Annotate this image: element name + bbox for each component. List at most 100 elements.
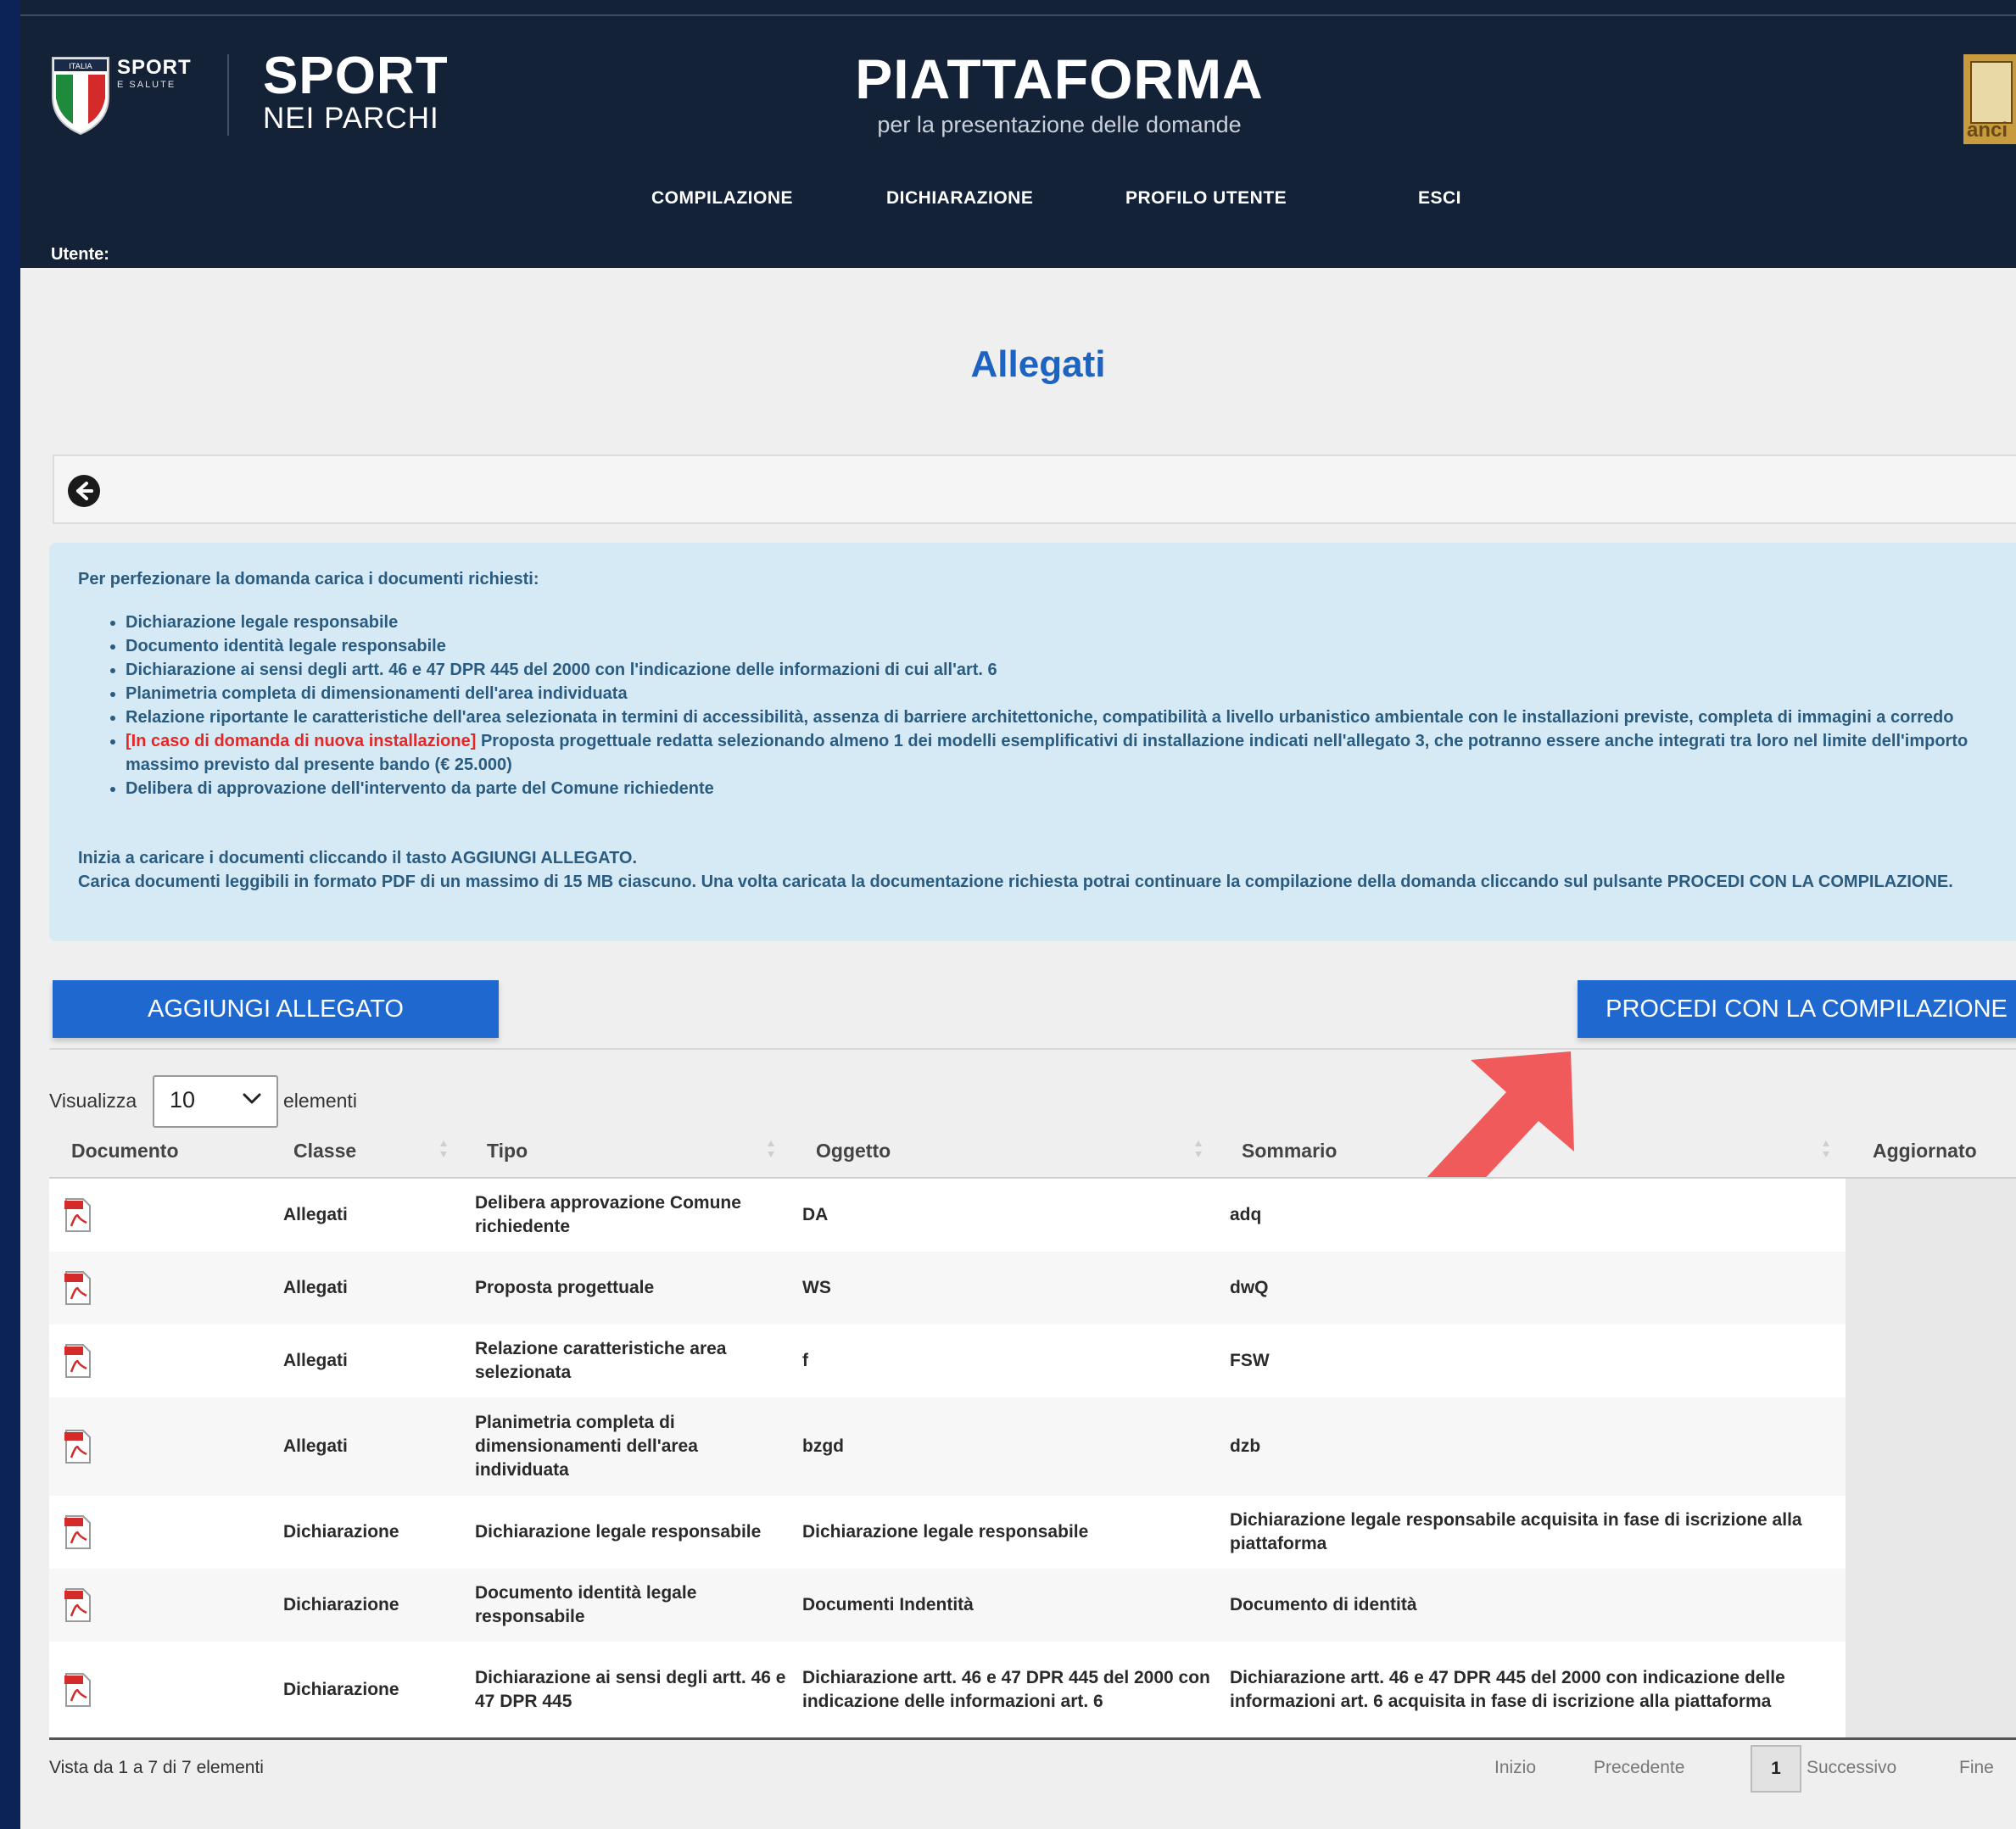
cell-classe: Allegati [283,1278,348,1297]
cell-sommario: dzb [1230,1436,1261,1456]
cell-classe: Dichiarazione [283,1679,399,1699]
required-doc-item-proposta: [In caso di domanda di nuova installazio… [126,729,2016,777]
sort-icon [1823,1140,1829,1157]
page-length-select[interactable]: 10 [153,1075,278,1128]
brand-sport-salute-title: SPORT [117,56,192,79]
column-classe[interactable]: Classe [293,1140,356,1163]
header-top-divider [20,14,2016,16]
pdf-file-icon[interactable] [64,1514,92,1550]
cell-sommario: Dichiarazione legale responsabile acquis… [1230,1510,1802,1553]
column-tipo[interactable]: Tipo [487,1140,528,1163]
column-oggetto[interactable]: Oggetto [816,1140,891,1163]
nav-compilazione[interactable]: COMPILAZIONE [651,188,793,209]
required-doc-item: Documento identità legale responsabile [126,634,2016,658]
sorted-column-highlight [1846,1179,2016,1737]
brand-snp-subtitle: NEI PARCHI [263,102,439,135]
sort-icon [768,1140,774,1157]
table-row[interactable]: Allegati Delibera approvazione Comune ric… [49,1179,2016,1253]
cell-sommario: FSW [1230,1351,1270,1370]
page-length-value: 10 [170,1087,196,1112]
column-aggiornato[interactable]: Aggiornato [1873,1140,1977,1163]
sport-e-salute-brand: SPORT E SALUTE [117,56,192,90]
cell-sommario: adq [1230,1205,1262,1224]
cell-tipo: Documento identità legale responsabile [475,1583,697,1626]
page-length-label: Visualizza [49,1090,137,1112]
cell-sommario: dwQ [1230,1278,1269,1297]
pagination-current-page[interactable]: 1 [1751,1745,1801,1793]
cell-tipo: Relazione caratteristiche area seleziona… [475,1339,727,1382]
instructions-footer-line: Inizia a caricare i documenti cliccando … [78,849,638,867]
sport-nei-parchi-brand: SPORT NEI PARCHI [263,49,449,134]
cell-classe: Allegati [283,1351,348,1370]
back-toolbar [53,454,2016,524]
instructions-footer-line: Carica documenti leggibili in formato PD… [78,873,1953,891]
table-bottom-border [49,1737,2016,1740]
cell-oggetto: WS [802,1278,831,1297]
page-title: Allegati [970,343,1106,385]
required-doc-condition: [In caso di domanda di nuova installazio… [126,732,477,750]
pdf-file-icon[interactable] [64,1672,92,1708]
pdf-file-icon[interactable] [64,1270,92,1306]
cell-classe: Dichiarazione [283,1522,399,1542]
table-info: Vista da 1 a 7 di 7 elementi [49,1758,264,1777]
required-doc-item: Planimetria completa di dimensionamenti … [126,682,2016,705]
pagination-first[interactable]: Inizio [1494,1758,1536,1778]
pdf-file-icon[interactable] [64,1343,92,1379]
required-doc-item: Delibera di approvazione dell'intervento… [126,777,2016,800]
platform-title: PIATTAFORMA [855,47,1264,110]
cell-tipo: Proposta progettuale [475,1278,655,1297]
instructions-panel: Per perfezionare la domanda carica i doc… [49,543,2016,941]
brand-snp-title: SPORT [263,47,449,105]
buttons-divider [49,1048,2016,1050]
cell-oggetto: f [802,1351,808,1370]
pdf-file-icon[interactable] [64,1587,92,1623]
table-row[interactable]: Allegati Planimetria completa di dimensio… [49,1397,2016,1497]
add-attachment-button[interactable]: AGGIUNGI ALLEGATO [53,980,499,1038]
cell-oggetto: Dichiarazione legale responsabile [802,1522,1089,1542]
back-arrow-icon[interactable] [68,475,100,507]
cell-oggetto: bzgd [802,1436,844,1456]
table-header-row: Documento Classe Tipo Oggetto Sommario A… [49,1128,2016,1179]
cell-sommario: Documento di identità [1230,1595,1417,1614]
table-row[interactable]: Allegati Relazione caratteristiche area s… [49,1324,2016,1399]
cell-oggetto: DA [802,1205,829,1224]
cell-tipo: Dichiarazione legale responsabile [475,1522,762,1542]
pagination-previous[interactable]: Precedente [1594,1758,1684,1778]
cell-classe: Allegati [283,1205,348,1224]
cell-oggetto: Documenti Indentità [802,1595,974,1614]
anci-logo-text: anci [1967,119,2008,142]
user-label: Utente: [51,245,109,264]
svg-text:ITALIA: ITALIA [69,63,92,71]
cell-tipo: Planimetria completa di dimensionamenti … [475,1413,698,1480]
pdf-file-icon[interactable] [64,1429,92,1464]
cell-sommario: Dichiarazione artt. 46 e 47 DPR 445 del … [1230,1667,1785,1711]
required-doc-item: Relazione riportante le caratteristiche … [126,705,2016,729]
cell-tipo: Delibera approvazione Comune richiedente [475,1193,741,1236]
pagination-last[interactable]: Fine [1959,1758,1994,1778]
anci-logo-emblem [1970,61,2013,124]
column-sommario[interactable]: Sommario [1242,1140,1337,1163]
sort-icon [440,1140,447,1157]
cell-classe: Dichiarazione [283,1595,399,1614]
table-row[interactable]: Dichiarazione Dichiarazione ai sensi degl… [49,1642,2016,1739]
page-length-suffix: elementi [283,1090,357,1112]
platform-subtitle: per la presentazione delle domande [877,112,1242,137]
proceed-button[interactable]: PROCEDI CON LA COMPILAZIONE [1578,980,2016,1038]
nav-profilo-utente[interactable]: PROFILO UTENTE [1125,188,1287,209]
required-doc-item: Dichiarazione legale responsabile [126,611,2016,634]
table-row[interactable]: AllegatiProposta progettualeWSdwQ30/12/2… [49,1252,2016,1326]
cell-classe: Allegati [283,1436,348,1456]
table-row[interactable]: Dichiarazione Documento identità legale r… [49,1569,2016,1643]
required-documents-list: Dichiarazione legale responsabile Docume… [100,611,2016,800]
table-row[interactable]: Dichiarazione Dichiarazione legale respon… [49,1496,2016,1570]
italia-shield-logo: ITALIA [52,57,109,136]
instructions-footer: Inizia a caricare i documenti cliccando … [78,846,2003,894]
nav-esci[interactable]: ESCI [1418,188,1461,209]
required-doc-item: Dichiarazione ai sensi degli artt. 46 e … [126,658,2016,682]
nav-dichiarazione[interactable]: DICHIARAZIONE [886,188,1033,209]
pdf-file-icon[interactable] [64,1197,92,1233]
sort-icon [1195,1140,1202,1157]
instructions-intro: Per perfezionare la domanda carica i doc… [78,570,539,588]
pagination-next[interactable]: Successivo [1807,1758,1896,1778]
column-documento[interactable]: Documento [71,1140,179,1163]
